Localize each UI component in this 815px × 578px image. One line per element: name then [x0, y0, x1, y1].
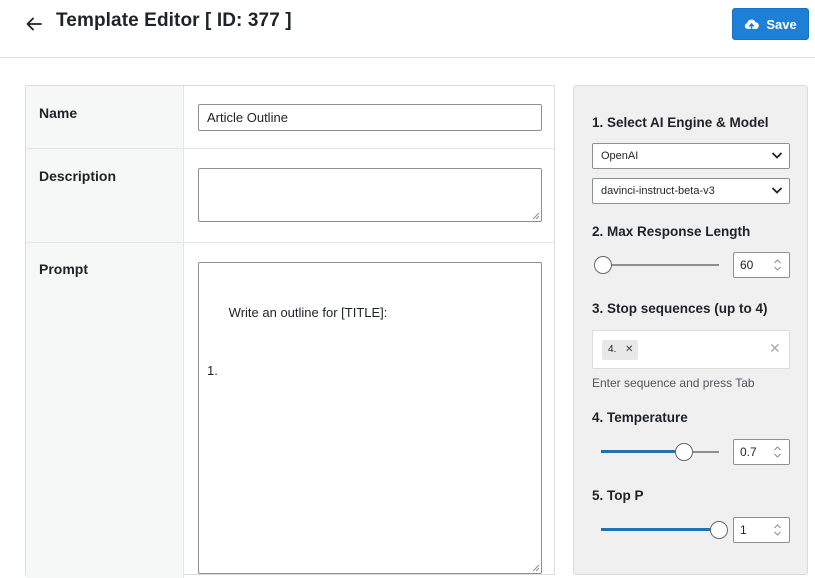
chevron-down-icon — [771, 152, 783, 159]
top-bar: Template Editor [ ID: 377 ] Save — [0, 0, 815, 58]
arrow-left-icon — [26, 17, 42, 31]
slider-thumb[interactable] — [594, 256, 613, 274]
resize-grip-icon[interactable] — [530, 210, 540, 220]
name-label: Name — [39, 105, 78, 121]
top-p-slider[interactable] — [601, 520, 728, 540]
resize-grip-icon[interactable] — [530, 562, 540, 572]
close-icon[interactable]: ✕ — [769, 340, 781, 357]
name-row: Name Article Outline — [26, 86, 554, 149]
spinner-arrows-icon[interactable] — [773, 523, 782, 537]
stop-sequence-tag: 4. ✕ — [602, 340, 638, 360]
description-textarea[interactable] — [198, 168, 542, 222]
stop-sequences-hint: Enter sequence and press Tab — [592, 376, 755, 390]
cloud-upload-icon — [745, 19, 760, 30]
top-p-value: 1 — [740, 523, 747, 537]
save-button[interactable]: Save — [732, 8, 809, 40]
engine-select-value: OpenAI — [601, 150, 639, 162]
chevron-down-icon — [771, 187, 783, 194]
name-label-cell: Name — [26, 86, 184, 148]
description-label: Description — [39, 168, 117, 184]
slider-fill — [601, 450, 684, 453]
slider-thumb[interactable] — [710, 521, 728, 539]
spinner-arrows-icon[interactable] — [773, 258, 782, 272]
template-form: Name Article Outline Description Prompt … — [25, 85, 555, 578]
stop-sequences-section-title: 3. Stop sequences (up to 4) — [592, 301, 768, 316]
slider-track — [601, 264, 719, 266]
prompt-label: Prompt — [39, 261, 88, 277]
max-length-value: 60 — [740, 258, 754, 272]
temperature-slider[interactable] — [601, 442, 719, 462]
engine-section-title: 1. Select AI Engine & Model — [592, 115, 769, 130]
max-length-section-title: 2. Max Response Length — [592, 224, 751, 239]
temperature-section-title: 4. Temperature — [592, 410, 688, 425]
model-select-value: davinci-instruct-beta-v3 — [601, 185, 715, 197]
max-length-input[interactable]: 60 — [733, 252, 790, 278]
slider-fill — [601, 528, 719, 531]
slider-thumb[interactable] — [674, 443, 693, 461]
prompt-textarea[interactable]: Write an outline for [TITLE]: 1. — [198, 262, 542, 574]
back-button[interactable] — [22, 12, 46, 36]
top-p-input[interactable]: 1 — [733, 517, 790, 543]
settings-panel: 1. Select AI Engine & Model OpenAI davin… — [573, 85, 808, 575]
close-icon[interactable]: ✕ — [625, 340, 633, 360]
model-select[interactable]: davinci-instruct-beta-v3 — [592, 178, 790, 204]
engine-select[interactable]: OpenAI — [592, 143, 790, 169]
spinner-arrows-icon[interactable] — [773, 445, 782, 459]
prompt-label-cell: Prompt — [26, 243, 184, 578]
stop-sequence-tag-label: 4. — [608, 344, 617, 355]
stop-sequences-input[interactable]: 4. ✕ ✕ — [592, 330, 790, 369]
name-input[interactable]: Article Outline — [198, 104, 542, 131]
temperature-input[interactable]: 0.7 — [733, 439, 790, 465]
save-button-label: Save — [766, 16, 797, 32]
description-label-cell: Description — [26, 149, 184, 242]
top-p-section-title: 5. Top P — [592, 488, 644, 503]
max-length-slider[interactable] — [594, 255, 719, 275]
prompt-row: Prompt Write an outline for [TITLE]: 1. — [26, 243, 554, 578]
page-title: Template Editor [ ID: 377 ] — [56, 10, 292, 31]
temperature-value: 0.7 — [740, 445, 757, 459]
description-row: Description — [26, 149, 554, 243]
prompt-value: Write an outline for [TITLE]: 1. — [207, 305, 388, 378]
